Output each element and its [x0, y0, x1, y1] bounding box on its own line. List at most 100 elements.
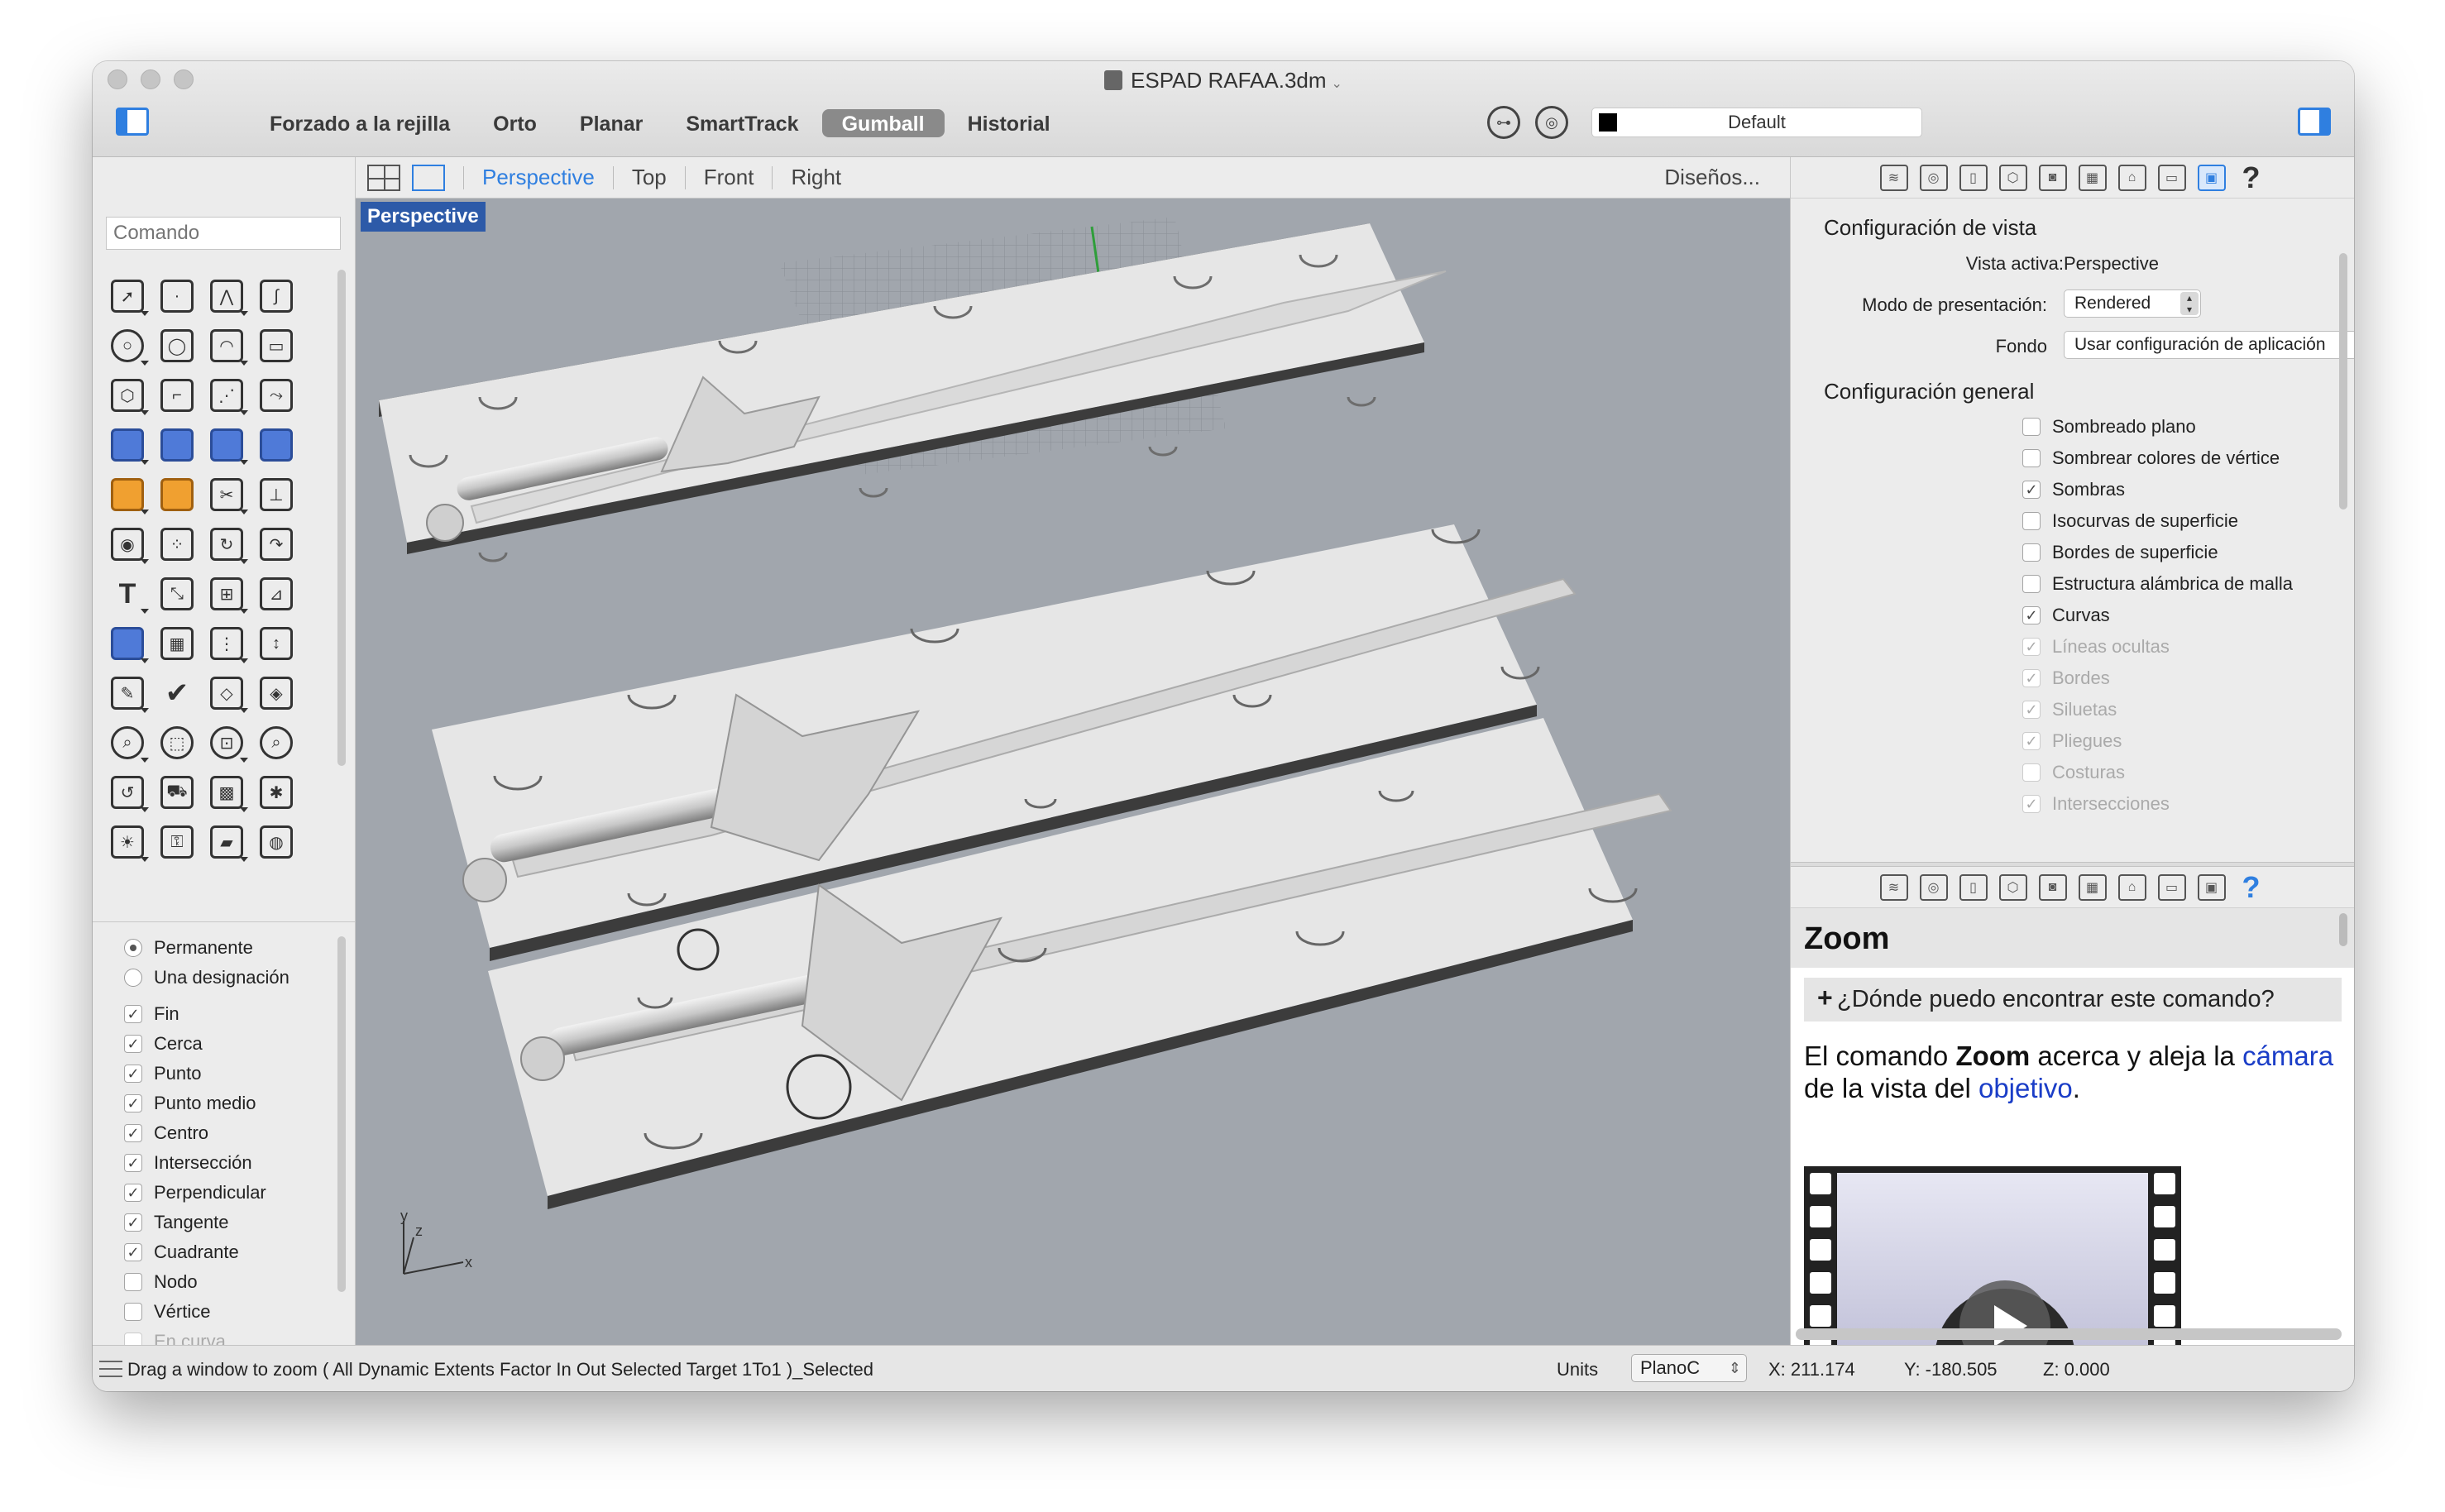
checkbox[interactable]: ✓	[124, 1065, 142, 1083]
checkbox[interactable]	[2022, 543, 2041, 562]
help-link-camera[interactable]: cámara	[2242, 1041, 2333, 1071]
checkbox[interactable]: ✓	[124, 1213, 142, 1232]
toggle-historial[interactable]: Historial	[948, 109, 1070, 137]
osnap-option[interactable]: ✓ Cuadrante	[124, 1237, 339, 1267]
tool-fillet-curves[interactable]: ⌐	[152, 371, 202, 420]
tool-text[interactable]: T	[103, 569, 152, 619]
checkbox[interactable]: ✓	[124, 1005, 142, 1023]
tool-color-wheel[interactable]: ◍	[251, 817, 301, 867]
osnap-option[interactable]: Vértice	[124, 1297, 339, 1327]
osnap-option[interactable]: ✓ Centro	[124, 1118, 339, 1148]
checkbox[interactable]: ✓	[124, 1035, 142, 1053]
help-link-target[interactable]: objetivo	[1978, 1073, 2073, 1103]
properties-scrollbar[interactable]	[2339, 253, 2347, 510]
tool-section[interactable]: ✱	[251, 768, 301, 817]
layers-icon[interactable]: ≋	[1879, 873, 1908, 901]
help-video[interactable]	[1804, 1166, 2181, 1345]
single-viewport-icon[interactable]	[412, 164, 445, 191]
tool-edit-points[interactable]: ⋰	[202, 371, 251, 420]
radio-button[interactable]	[124, 969, 142, 987]
box-icon[interactable]: ⬡	[1998, 164, 2027, 191]
tool-polygon[interactable]: ⬡	[103, 371, 152, 420]
checkbox[interactable]: ✓	[124, 1154, 142, 1172]
display-icon[interactable]: ▣	[2197, 164, 2226, 191]
tool-paint[interactable]: ▰	[202, 817, 251, 867]
object-properties-icon[interactable]: ◎	[1919, 164, 1948, 191]
osnap-target-icon[interactable]: ◎	[1535, 106, 1568, 139]
checkbox[interactable]: ✓	[2022, 606, 2041, 624]
display-mode-select[interactable]: Rendered ▴ ▾	[2064, 289, 2201, 318]
tool-points[interactable]: ⁘	[152, 519, 202, 569]
tool-solid-edit[interactable]	[103, 619, 152, 668]
tool-material[interactable]: ▩	[202, 768, 251, 817]
osnap-option[interactable]: ✓ Intersección	[124, 1148, 339, 1178]
display-option[interactable]: ✓ Curvas	[2022, 600, 2110, 630]
tool-palette-scrollbar[interactable]	[337, 270, 346, 766]
cplane-select[interactable]: PlanoC	[1631, 1354, 1747, 1382]
tool-light[interactable]: ☀	[103, 817, 152, 867]
checkbox[interactable]	[2022, 418, 2041, 436]
checkbox[interactable]	[2022, 575, 2041, 593]
units-button[interactable]: Units	[1557, 1359, 1598, 1380]
toggle-gumball[interactable]: Gumball	[821, 109, 945, 137]
four-viewports-icon[interactable]	[367, 164, 400, 191]
tab-top[interactable]: Top	[632, 165, 667, 190]
document-properties-icon[interactable]: ▯	[1959, 873, 1988, 901]
checkbox[interactable]: ✓	[124, 1094, 142, 1112]
menu-icon[interactable]	[99, 1361, 122, 1377]
osnap-option[interactable]: ✓ Perpendicular	[124, 1178, 339, 1208]
osnap-mode-option[interactable]: Permanente	[124, 933, 339, 963]
layouts-button[interactable]: Diseños...	[1664, 165, 1760, 190]
display-option[interactable]: Isocurvas de superficie	[2022, 506, 2238, 536]
named-views-icon[interactable]: ⌂	[2117, 873, 2146, 901]
tool-circle[interactable]: ○	[103, 321, 152, 371]
checkbox[interactable]	[2022, 449, 2041, 467]
checkbox[interactable]	[124, 1273, 142, 1291]
tool-rotate[interactable]: ↻	[202, 519, 251, 569]
display-option[interactable]: Estructura alámbrica de malla	[2022, 569, 2293, 599]
tool-box[interactable]	[103, 420, 152, 470]
help-icon[interactable]: ?	[2237, 160, 2266, 194]
tool-check[interactable]: ✔	[152, 668, 202, 718]
checkbox[interactable]: ✓	[124, 1184, 142, 1202]
tool-polyline[interactable]: ⋀	[202, 271, 251, 321]
command-input[interactable]	[106, 217, 341, 250]
tool-lock[interactable]: ⚿	[152, 817, 202, 867]
radio-button[interactable]	[124, 939, 142, 957]
help-scrollbar[interactable]	[2339, 913, 2347, 946]
tab-perspective[interactable]: Perspective	[482, 165, 595, 190]
tool-scale[interactable]: ⤡	[152, 569, 202, 619]
tool-mesh[interactable]: ◇	[202, 668, 251, 718]
tool-car[interactable]: ⛟	[152, 768, 202, 817]
display-option[interactable]: ✓ Sombras	[2022, 475, 2125, 505]
tool-group[interactable]: ◉	[103, 519, 152, 569]
document-properties-icon[interactable]: ▯	[1959, 164, 1988, 191]
checkbox[interactable]	[2022, 512, 2041, 530]
checkbox[interactable]: ✓	[2022, 481, 2041, 499]
tool-array-grid[interactable]: ⋮	[202, 619, 251, 668]
display-icon[interactable]: ▣	[2197, 873, 2226, 901]
layers-icon[interactable]: ≋	[1879, 164, 1908, 191]
tool-boolean[interactable]	[152, 420, 202, 470]
toggle-smarttrack[interactable]: SmartTrack	[666, 109, 818, 137]
toggle-planar[interactable]: Planar	[560, 109, 663, 137]
tool-offset[interactable]: ⤳	[251, 371, 301, 420]
tool-zoom-window[interactable]: ⬚	[152, 718, 202, 768]
current-layer-selector[interactable]: Default	[1591, 108, 1922, 137]
toggle-orto[interactable]: Orto	[473, 109, 557, 137]
tool-rectangle[interactable]: ▭	[251, 321, 301, 371]
checkbox[interactable]: ✓	[124, 1243, 142, 1261]
tool-curve-tools[interactable]: ↷	[251, 519, 301, 569]
named-views-icon[interactable]: ⌂	[2117, 164, 2146, 191]
tool-trim[interactable]: ✂	[202, 470, 251, 519]
help-where-to-find[interactable]: ¿Dónde puedo encontrar este comando?	[1804, 978, 2342, 1022]
tool-arc[interactable]: ◠	[202, 321, 251, 371]
gumball-widget-icon[interactable]: ⊶	[1487, 106, 1520, 139]
toggle-forzado-a-la-rejilla[interactable]: Forzado a la rejilla	[250, 109, 470, 137]
tool-array[interactable]: ⊞	[202, 569, 251, 619]
tool-curve[interactable]: ∫	[251, 271, 301, 321]
tool-dimension[interactable]: ⊿	[251, 569, 301, 619]
tool-split[interactable]: ⊥	[251, 470, 301, 519]
rectangle-view-icon[interactable]: ▭	[2157, 164, 2186, 191]
osnap-scrollbar[interactable]	[337, 936, 346, 1292]
